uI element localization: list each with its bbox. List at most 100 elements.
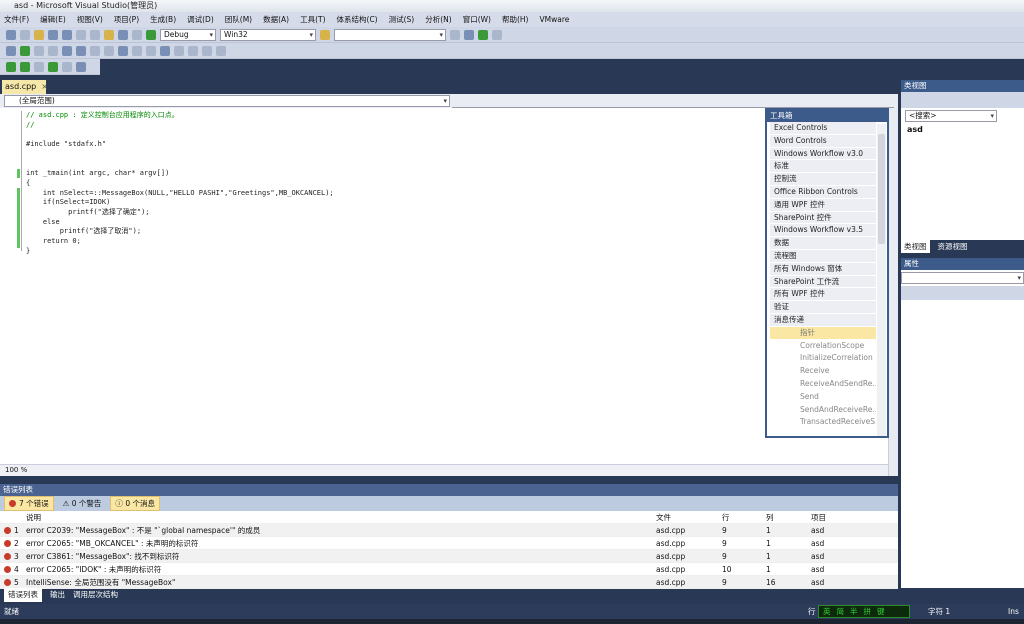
close-tab-icon[interactable]: × — [41, 82, 48, 91]
tab-resource-view[interactable]: 资源视图 — [938, 240, 968, 253]
toolbox-group[interactable]: Office Ribbon Controls — [770, 185, 876, 199]
cut-icon[interactable] — [76, 29, 86, 40]
indent-icon[interactable] — [62, 45, 72, 56]
toolbox-scrollbar[interactable] — [877, 124, 886, 436]
zoom-level[interactable]: 100 % — [0, 464, 888, 476]
toolbox-group[interactable]: SharePoint 工作流 — [770, 275, 876, 289]
toolbar-icon[interactable] — [20, 61, 30, 72]
tab-error-list[interactable]: 错误列表 — [4, 588, 42, 602]
toolbox-item[interactable]: Receive — [770, 365, 876, 378]
toolbar-icon[interactable] — [62, 61, 72, 72]
toolbox-group[interactable]: 流程图 — [770, 249, 876, 263]
toolbox-group[interactable]: 验证 — [770, 301, 876, 314]
toolbox-group[interactable]: Excel Controls — [770, 122, 876, 135]
ime-button[interactable]: 简 — [837, 606, 845, 617]
code-text[interactable]: // asd.cpp : 定义控制台应用程序的入口点。// #include "s… — [26, 111, 334, 256]
menu-item[interactable]: 数据(A) — [263, 14, 289, 25]
error-row[interactable]: 3 error C3861: "MessageBox": 找不到标识符 asd.cp… — [0, 550, 898, 563]
find-combo[interactable] — [334, 28, 446, 41]
save-icon[interactable] — [48, 29, 58, 40]
undo-icon[interactable] — [118, 29, 128, 40]
config-select[interactable]: Debug — [160, 28, 216, 41]
menu-item[interactable]: 项目(P) — [114, 14, 139, 25]
menu-item[interactable]: 体系结构(C) — [337, 14, 378, 25]
menu-item[interactable]: 窗口(W) — [463, 14, 491, 25]
toolbox-group[interactable]: Windows Workflow v3.0 — [770, 147, 876, 161]
menu-item[interactable]: 团队(M) — [225, 14, 252, 25]
toolbox-item[interactable]: 指针 — [770, 326, 876, 340]
toolbox-item[interactable]: Send — [770, 390, 876, 404]
copy-icon[interactable] — [90, 29, 100, 40]
start-debug-icon[interactable] — [146, 29, 156, 40]
toolbox-group[interactable]: 消息传递 — [770, 313, 876, 327]
class-search-input[interactable]: <搜索> — [905, 110, 997, 122]
toolbox-item[interactable]: InitializeCorrelation — [770, 352, 876, 366]
toolbar-icon[interactable] — [6, 61, 16, 72]
errors-filter-button[interactable]: 7 个错误 — [4, 496, 54, 511]
toolbar-icon[interactable] — [450, 29, 460, 40]
properties-object-select[interactable] — [901, 272, 1024, 284]
menu-item[interactable]: 生成(B) — [150, 14, 176, 25]
redo-icon[interactable] — [132, 29, 142, 40]
toolbar-icon[interactable] — [20, 45, 30, 56]
warnings-filter-button[interactable]: ⚠ 0 个警告 — [58, 496, 107, 511]
toolbar-icon[interactable] — [160, 45, 170, 56]
menu-item[interactable]: 文件(F) — [4, 14, 29, 25]
toolbar-icon[interactable] — [76, 61, 86, 72]
toolbox-group[interactable]: SharePoint 控件 — [770, 211, 876, 225]
toolbox-item[interactable]: SendAndReceiveRe... — [770, 403, 876, 417]
toolbar-icon[interactable] — [34, 45, 44, 56]
ime-button[interactable]: 英 — [823, 606, 831, 617]
toolbox-group[interactable]: 控制流 — [770, 173, 876, 186]
bookmark-icon[interactable] — [118, 45, 128, 56]
line-icon[interactable] — [202, 45, 212, 56]
scope-select[interactable]: (全局范围) — [4, 95, 450, 107]
outdent-icon[interactable] — [76, 45, 86, 56]
paste-icon[interactable] — [104, 29, 114, 40]
find-in-files-icon[interactable] — [320, 29, 330, 40]
menu-item[interactable]: 分析(N) — [425, 14, 451, 25]
toolbox-group[interactable]: Word Controls — [770, 134, 876, 148]
toolbar-icon[interactable] — [492, 29, 502, 40]
toolbox-group[interactable]: 所有 Windows 窗体 — [770, 262, 876, 276]
toolbox-group[interactable]: 所有 WPF 控件 — [770, 288, 876, 302]
ime-button[interactable]: 半 — [850, 606, 858, 617]
menu-item[interactable]: 工具(T) — [300, 14, 325, 25]
tree-node-asd[interactable]: asd — [907, 125, 923, 134]
ime-toolbar[interactable]: 英简半拼键 — [818, 605, 910, 618]
toolbar-icon[interactable] — [6, 45, 16, 56]
text-icon[interactable] — [216, 45, 226, 56]
add-item-icon[interactable] — [20, 29, 30, 40]
toolbox-item[interactable]: CorrelationScope — [770, 339, 876, 353]
menu-item[interactable]: 编辑(E) — [40, 14, 66, 25]
platform-select[interactable]: Win32 — [220, 28, 316, 41]
editor-scrollbar[interactable] — [888, 108, 898, 476]
tab-class-view[interactable]: 类视图 — [901, 240, 930, 253]
menu-item[interactable]: 调试(D) — [187, 14, 214, 25]
toolbox-item[interactable]: ReceiveAndSendRe... — [770, 377, 876, 391]
error-row[interactable]: 1 error C2039: "MessageBox" : 不是 "`global… — [0, 524, 898, 537]
menu-item[interactable]: VMware — [539, 15, 569, 24]
toolbox-item[interactable]: TransactedReceiveS... — [770, 416, 876, 430]
toolbar-icon[interactable] — [132, 45, 142, 56]
comment-icon[interactable] — [90, 45, 100, 56]
toolbox-group[interactable]: Windows Workflow v3.5 — [770, 224, 876, 238]
menu-item[interactable]: 帮助(H) — [502, 14, 529, 25]
toolbar-icon[interactable] — [478, 29, 488, 40]
toolbar-icon[interactable] — [464, 29, 474, 40]
ime-button[interactable]: 键 — [877, 606, 885, 617]
toolbox-group[interactable]: 标准 — [770, 160, 876, 174]
toolbar-icon[interactable] — [146, 45, 156, 56]
new-project-icon[interactable] — [6, 29, 16, 40]
error-row[interactable]: 4 error C2065: "IDOK" : 未声明的标识符 asd.cpp 10 1… — [0, 563, 898, 576]
menu-item[interactable]: 测试(S) — [389, 14, 415, 25]
open-icon[interactable] — [34, 29, 44, 40]
menu-item[interactable]: 视图(V) — [77, 14, 103, 25]
toolbox-group[interactable]: 通用 WPF 控件 — [770, 198, 876, 212]
tab-asd-cpp[interactable]: asd.cpp × — [2, 80, 48, 94]
toolbar-icon[interactable] — [48, 61, 58, 72]
ellipse-icon[interactable] — [188, 45, 198, 56]
messages-filter-button[interactable]: ⓘ 0 个消息 — [110, 496, 160, 511]
error-row[interactable]: 2 error C2065: "MB_OKCANCEL" : 未声明的标识符 asd… — [0, 537, 898, 550]
toolbar-icon[interactable] — [48, 45, 58, 56]
